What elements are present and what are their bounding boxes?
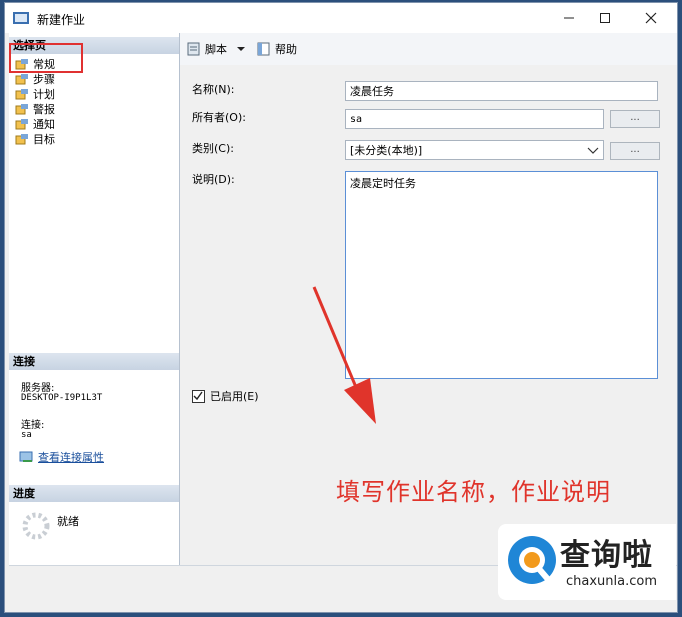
script-button[interactable]: 脚本	[186, 41, 250, 57]
server-value: DESKTOP-I9P1L3T	[21, 393, 103, 403]
close-icon	[645, 12, 657, 24]
minimize-button[interactable]	[549, 7, 589, 29]
name-value: 凌晨任务	[350, 85, 394, 98]
page-schedule[interactable]: 计划	[15, 86, 55, 101]
description-textarea[interactable]: 凌晨定时任务	[345, 171, 658, 379]
highlight-box	[9, 43, 83, 73]
description-value: 凌晨定时任务	[350, 177, 416, 190]
page-label: 目标	[33, 132, 55, 146]
progress-header: 进度	[9, 485, 179, 502]
watermark: 查询啦 chaxunla.com	[498, 524, 676, 600]
owner-label: 所有者(O):	[192, 111, 246, 124]
connection-header: 连接	[9, 353, 179, 370]
help-label: 帮助	[275, 43, 297, 56]
page-wrench-icon	[15, 88, 28, 99]
spinner-icon	[21, 511, 51, 544]
page-label: 通知	[33, 117, 55, 131]
category-label: 类别(C):	[192, 142, 234, 155]
name-field[interactable]: 凌晨任务	[345, 81, 658, 101]
checkmark-icon	[193, 391, 203, 400]
maximize-icon	[600, 13, 610, 23]
chevron-down-icon	[237, 47, 245, 51]
enabled-checkbox-row[interactable]: 已启用(E)	[192, 388, 259, 404]
watermark-brand: 查询啦	[560, 538, 653, 573]
connection-label: 连接:	[21, 420, 45, 431]
page-wrench-icon	[15, 103, 28, 114]
description-label: 说明(D):	[192, 173, 235, 186]
window-title: 新建作业	[37, 13, 86, 27]
annotation-text: 填写作业名称，作业说明	[336, 478, 611, 506]
enabled-checkbox[interactable]	[192, 389, 205, 403]
page-label: 警报	[33, 102, 55, 116]
page-wrench-icon	[15, 73, 28, 84]
category-select[interactable]: [未分类(本地)]	[345, 140, 604, 160]
left-pane: 选择页 常规 步骤 计划 警报 通知 目标 连接 服务器: DESKTOP-I9…	[9, 33, 180, 571]
chevron-down-icon	[587, 147, 599, 154]
watermark-logo-icon	[508, 536, 556, 587]
server-label: 服务器:	[21, 383, 55, 394]
category-value: [未分类(本地)]	[350, 144, 423, 157]
page-steps[interactable]: 步骤	[15, 71, 55, 86]
script-label: 脚本	[205, 43, 227, 56]
help-icon	[257, 42, 270, 56]
toolbar: 脚本 帮助	[180, 33, 677, 66]
owner-field[interactable]: sa	[345, 109, 604, 129]
page-wrench-icon	[15, 133, 28, 144]
page-alerts[interactable]: 警报	[15, 101, 55, 116]
red-arrow-annotation	[312, 286, 376, 424]
name-label: 名称(N):	[192, 83, 235, 96]
enabled-label: 已启用(E)	[210, 390, 259, 403]
watermark-url: chaxunla.com	[566, 574, 657, 589]
page-targets[interactable]: 目标	[15, 131, 55, 146]
help-button[interactable]: 帮助	[256, 41, 297, 57]
view-connection-link-label: 查看连接属性	[38, 451, 104, 464]
app-icon	[13, 11, 29, 28]
category-browse-button[interactable]: ...	[610, 142, 660, 160]
connection-properties-icon	[19, 451, 33, 462]
view-connection-properties-link[interactable]: 查看连接属性	[19, 449, 104, 465]
page-wrench-icon	[15, 118, 28, 129]
connection-value: sa	[21, 430, 32, 440]
page-label: 计划	[33, 87, 55, 101]
page-notifications[interactable]: 通知	[15, 116, 55, 131]
progress-status: 就绪	[57, 515, 79, 528]
owner-value: sa	[350, 113, 363, 125]
title-bar: 新建作业	[5, 3, 677, 33]
minimize-icon	[564, 17, 574, 19]
owner-browse-button[interactable]: ...	[610, 110, 660, 128]
maximize-button[interactable]	[585, 7, 625, 29]
close-button[interactable]	[631, 7, 671, 29]
script-icon	[187, 42, 200, 56]
